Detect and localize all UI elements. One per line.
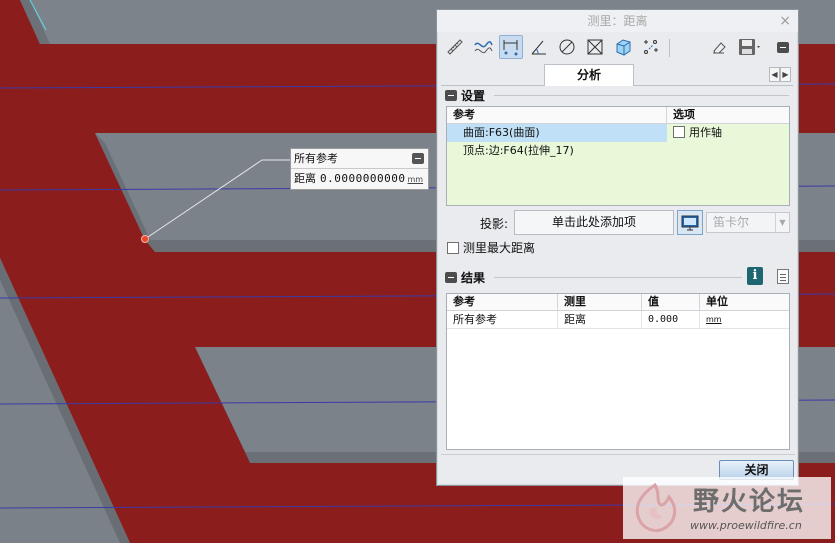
- collapse-icon[interactable]: [412, 153, 424, 164]
- dialog-title: 测里：距离: [587, 14, 648, 28]
- callout-row: 距离 0.0000000000 mm: [291, 169, 428, 189]
- collapse-icon[interactable]: [445, 271, 457, 283]
- flame-logo-icon: [635, 482, 677, 533]
- reference-table: 参考 选项 曲面:F63(曲面) 用作轴 顶点:边:F64(拉伸_17): [446, 106, 790, 206]
- result-unit: mm: [706, 315, 722, 324]
- reference-cell: 顶点:边:F64(拉伸_17): [463, 144, 574, 157]
- info-icon[interactable]: i: [747, 267, 763, 285]
- column-header: 选项: [673, 108, 695, 121]
- coordinate-system-value: 笛卡尔: [713, 215, 750, 229]
- result-reference: 所有参考: [447, 311, 558, 328]
- details-icon[interactable]: [777, 269, 789, 284]
- table-row[interactable]: 曲面:F63(曲面) 用作轴: [447, 124, 789, 142]
- ruler-icon[interactable]: [443, 35, 467, 59]
- eraser-icon[interactable]: [707, 35, 731, 59]
- close-icon[interactable]: ×: [779, 10, 791, 32]
- watermark-url: www.proewildfire.cn: [690, 519, 802, 532]
- dialog-titlebar[interactable]: 测里：距离 ×: [437, 10, 798, 32]
- table-row[interactable]: 所有参考 距离 0.000 mm: [447, 311, 789, 329]
- callout-unit: mm: [407, 175, 424, 184]
- checkbox[interactable]: [673, 126, 685, 138]
- section-divider: [494, 95, 789, 96]
- max-distance-label: 测里最大距离: [463, 241, 536, 255]
- tab-scroll-left-icon[interactable]: ◀: [769, 67, 780, 82]
- transform-icon[interactable]: [639, 35, 663, 59]
- tab-bar: 分析 ◀ ▶: [441, 64, 793, 86]
- result-value: 0.000: [642, 311, 700, 328]
- section-divider: [494, 277, 742, 278]
- minus-icon: [777, 41, 789, 53]
- watermark-title: 野火论坛: [693, 487, 806, 517]
- area-icon[interactable]: [583, 35, 607, 59]
- column-header: 测里: [558, 294, 642, 310]
- diameter-icon[interactable]: [555, 35, 579, 59]
- monitor-icon: [681, 215, 699, 230]
- table-row[interactable]: 顶点:边:F64(拉伸_17): [447, 142, 789, 160]
- results-table: 参考 测里 值 单位 所有参考 距离 0.000 mm: [446, 293, 790, 450]
- results-heading: 结果: [461, 270, 486, 285]
- collapse-icon[interactable]: [445, 89, 457, 101]
- option-label: 用作轴: [689, 126, 722, 139]
- checkbox[interactable]: [447, 242, 459, 254]
- projection-collector[interactable]: 单击此处添加项: [514, 210, 674, 235]
- callout-title: 所有参考: [294, 152, 338, 165]
- option-cell[interactable]: 用作轴: [667, 124, 789, 142]
- coordinate-system-select[interactable]: 笛卡尔 ▼: [706, 212, 790, 233]
- angle-icon[interactable]: [527, 35, 551, 59]
- column-header: 参考: [447, 107, 667, 123]
- tab-analysis[interactable]: 分析: [544, 64, 634, 86]
- chevron-down-icon: ▼: [775, 213, 789, 232]
- reference-list[interactable]: 曲面:F63(曲面) 用作轴 顶点:边:F64(拉伸_17): [447, 124, 789, 205]
- save-icon[interactable]: [735, 35, 765, 59]
- toolbar-separator: [669, 39, 670, 57]
- settings-header[interactable]: 设置: [445, 87, 485, 103]
- watermark: 野火论坛 www.proewildfire.cn: [623, 477, 831, 539]
- column-header: 单位: [706, 295, 728, 308]
- distance-icon[interactable]: [499, 35, 523, 59]
- reference-cell: 曲面:F63(曲面): [447, 124, 667, 142]
- volume-icon[interactable]: [611, 35, 635, 59]
- column-header: 参考: [447, 294, 558, 310]
- tab-scroll: ◀ ▶: [769, 67, 791, 82]
- settings-heading: 设置: [461, 88, 486, 103]
- callout-header: 所有参考: [291, 149, 428, 169]
- results-header[interactable]: 结果: [445, 269, 485, 285]
- tab-scroll-right-icon[interactable]: ▶: [780, 67, 791, 82]
- collapse-icon[interactable]: [771, 35, 795, 59]
- display-button[interactable]: [677, 210, 703, 235]
- option-cell: [667, 142, 789, 160]
- result-measure: 距离: [558, 311, 642, 328]
- curve-length-icon[interactable]: [471, 35, 495, 59]
- reference-table-header: 参考 选项: [447, 107, 789, 124]
- projection-label: 投影:: [480, 217, 509, 231]
- results-table-header: 参考 测里 值 单位: [447, 294, 789, 311]
- callout-value: 0.0000000000: [320, 172, 406, 185]
- measure-toolbar: [441, 33, 793, 61]
- callout-label: 距离: [294, 172, 316, 185]
- measurement-callout[interactable]: 所有参考 距离 0.0000000000 mm: [290, 148, 429, 190]
- column-header: 值: [642, 294, 700, 310]
- max-distance-option[interactable]: 测里最大距离: [447, 239, 535, 256]
